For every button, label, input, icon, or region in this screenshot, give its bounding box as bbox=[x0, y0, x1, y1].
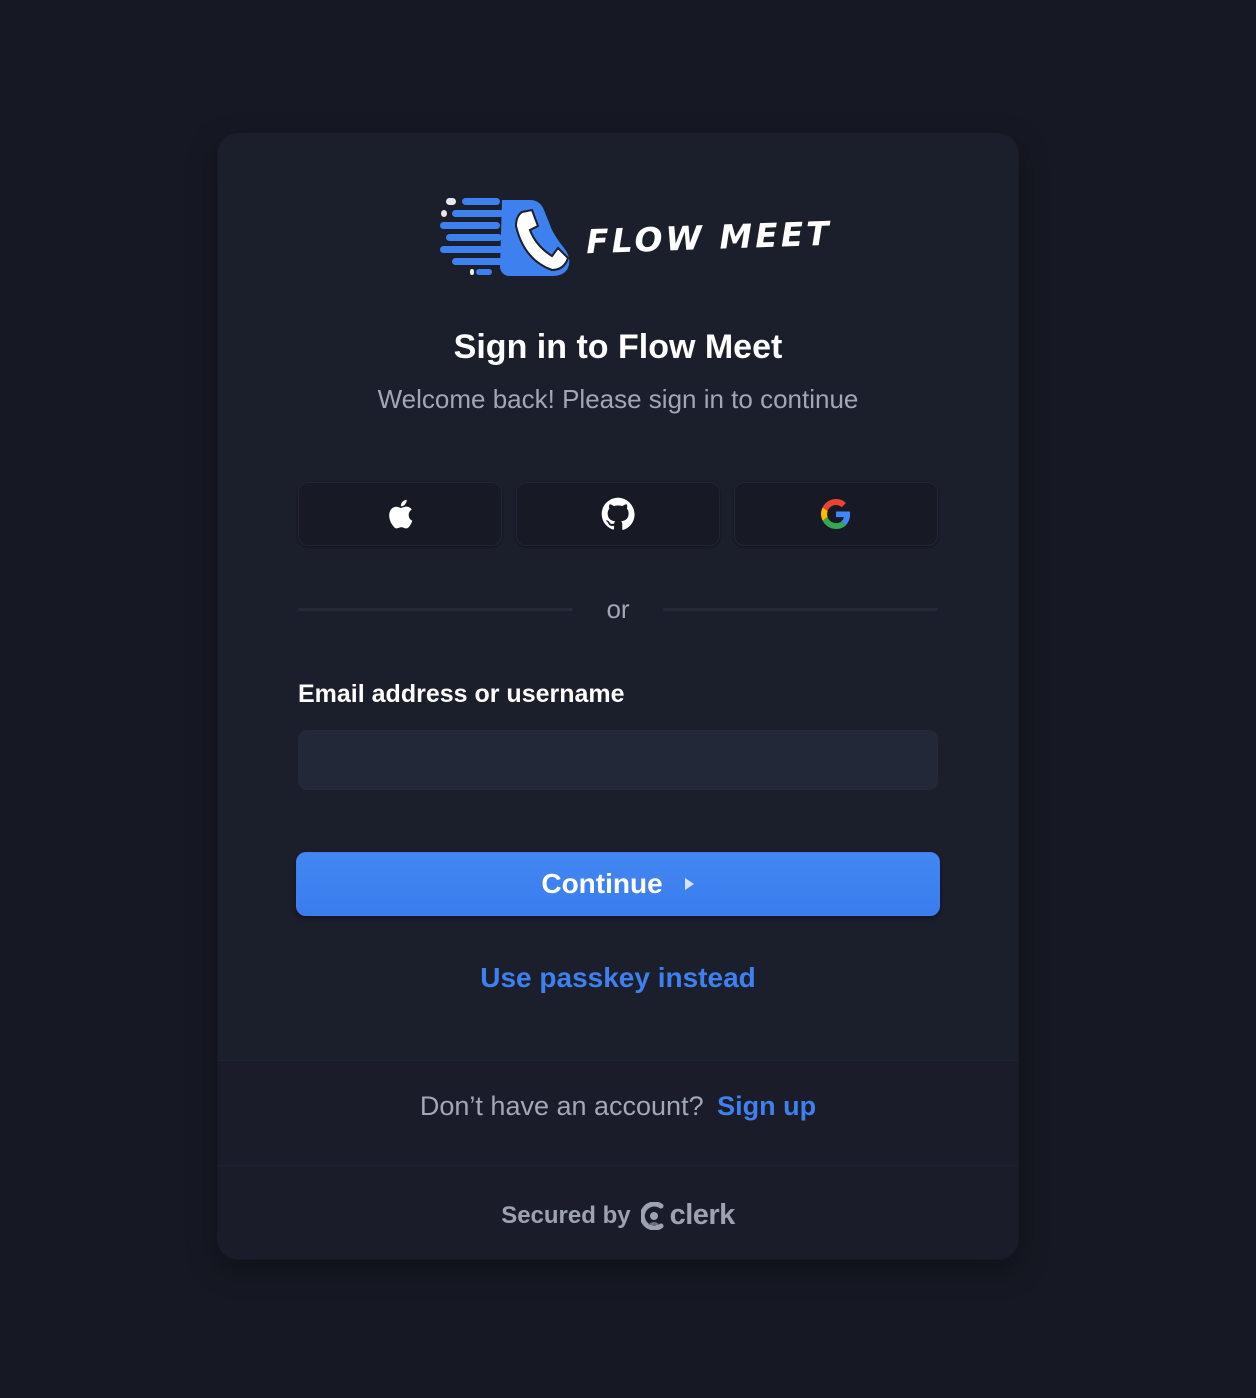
continue-button[interactable]: Continue bbox=[296, 852, 940, 916]
clerk-logo: clerk bbox=[640, 1199, 736, 1232]
continue-label: Continue bbox=[541, 868, 663, 899]
card-footer: Don’t have an account? Sign up Secured b… bbox=[218, 1060, 1018, 1259]
divider-text: or bbox=[606, 594, 630, 624]
secured-by-clerk: Secured by clerk bbox=[218, 1199, 1018, 1232]
footer-separator bbox=[218, 1165, 1018, 1166]
clerk-icon bbox=[640, 1201, 664, 1230]
signup-prompt: Don’t have an account? bbox=[419, 1091, 704, 1121]
divider-line-right bbox=[663, 608, 938, 611]
divider-line-left bbox=[298, 608, 573, 611]
social-login-row bbox=[298, 482, 938, 546]
page-title: Sign in to Flow Meet bbox=[453, 328, 783, 366]
google-icon bbox=[821, 499, 851, 529]
github-login-button[interactable] bbox=[516, 482, 720, 546]
signup-row: Don’t have an account? Sign up bbox=[218, 1091, 1018, 1122]
google-login-button[interactable] bbox=[734, 482, 938, 546]
secured-by-text: Secured by bbox=[501, 1201, 631, 1229]
sign-up-link[interactable]: Sign up bbox=[717, 1091, 816, 1121]
page-subtitle: Welcome back! Please sign in to continue bbox=[377, 384, 859, 414]
or-divider: or bbox=[298, 594, 938, 625]
logo-text: FLOW MEET bbox=[585, 213, 833, 261]
github-icon bbox=[601, 497, 635, 530]
apple-login-button[interactable] bbox=[298, 482, 502, 546]
apple-icon bbox=[389, 499, 413, 529]
email-field[interactable] bbox=[298, 730, 938, 790]
use-passkey-link[interactable]: Use passkey instead bbox=[218, 962, 1018, 994]
triangle-right-icon bbox=[683, 877, 695, 891]
sign-in-card: FLOW MEET Sign in to Flow Meet Welcome b… bbox=[218, 134, 1018, 1259]
email-label: Email address or username bbox=[298, 680, 625, 708]
phone-logo-icon bbox=[440, 198, 570, 276]
clerk-wordmark: clerk bbox=[669, 1199, 736, 1231]
flow-meet-logo: FLOW MEET bbox=[440, 196, 832, 278]
